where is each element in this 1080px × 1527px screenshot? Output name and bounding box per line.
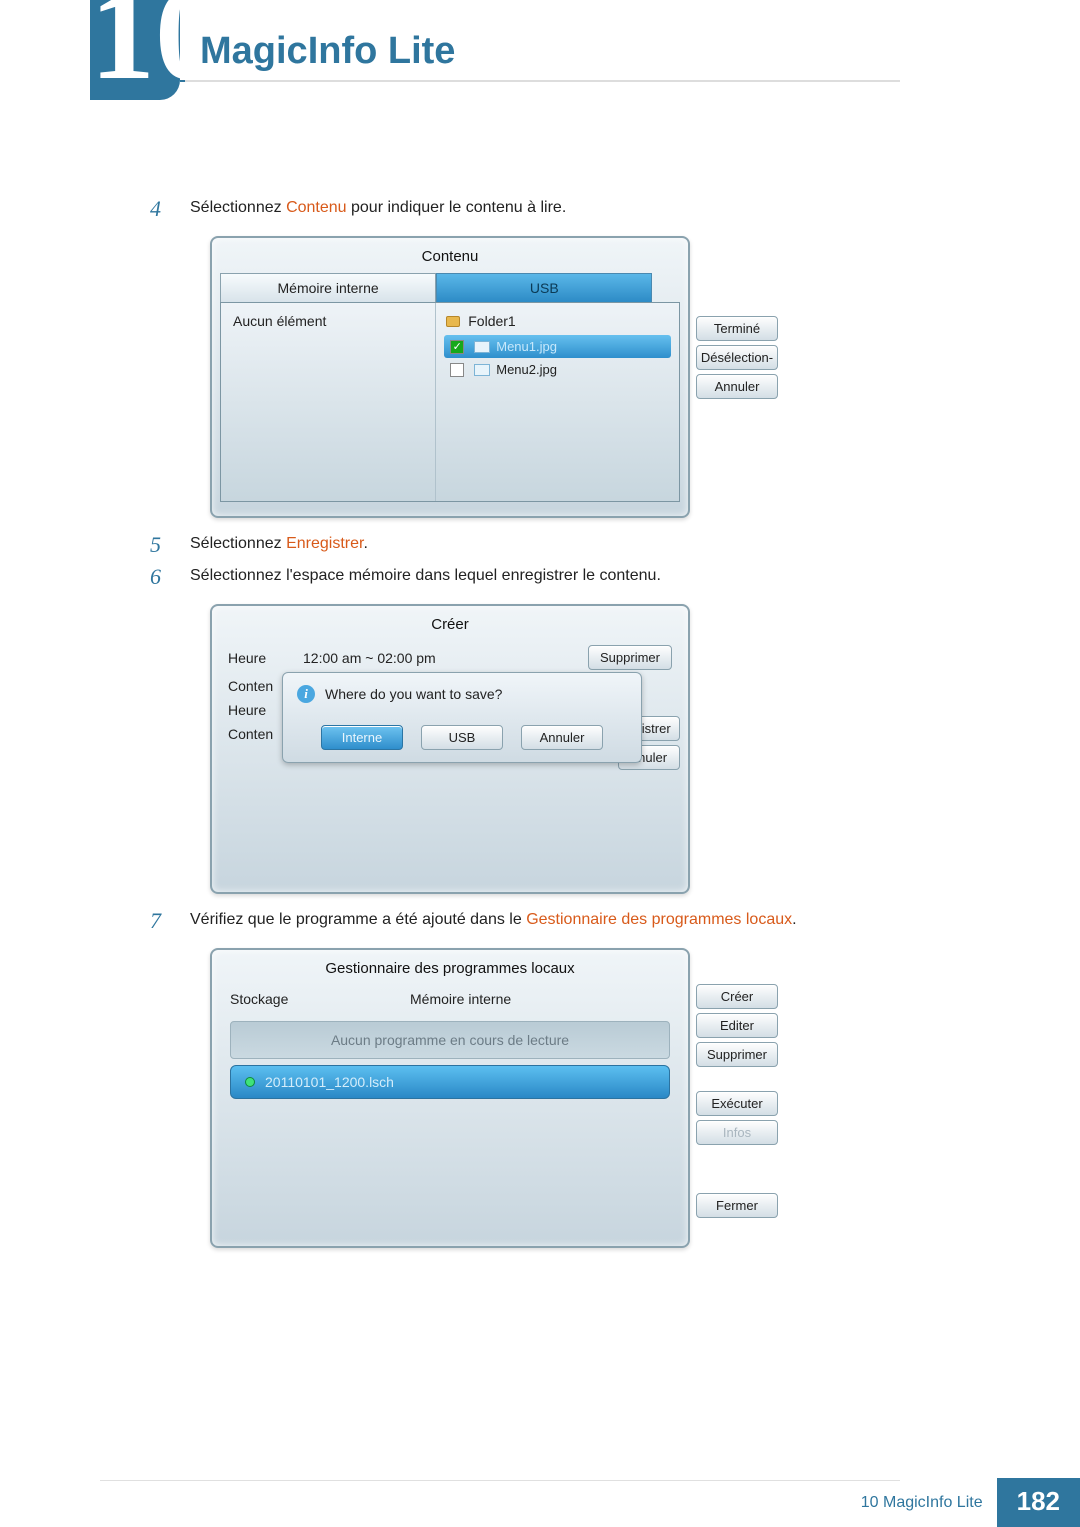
program-filename: 20110101_1200.lsch <box>265 1074 394 1090</box>
time-row: Heure 12:00 am ~ 02:00 pm Supprimer <box>220 641 680 674</box>
source-tabs: Mémoire interne USB <box>220 273 680 302</box>
create-button[interactable]: Créer <box>696 984 778 1009</box>
program-row-selected[interactable]: 20110101_1200.lsch <box>230 1065 670 1099</box>
tab-usb[interactable]: USB <box>436 273 652 302</box>
spacer <box>696 1071 778 1087</box>
no-program-banner: Aucun programme en cours de lecture <box>230 1021 670 1059</box>
thumbnail-icon <box>474 364 490 376</box>
browser-left-pane: Aucun élément <box>221 303 436 501</box>
time-label: Heure <box>228 650 293 666</box>
file-row[interactable]: Menu2.jpg <box>444 358 671 381</box>
step-text: Sélectionnez Contenu pour indiquer le co… <box>190 196 566 217</box>
edit-button[interactable]: Editer <box>696 1013 778 1038</box>
save-location-dialog: i Where do you want to save? Interne USB… <box>282 672 642 763</box>
storage-row: Stockage Mémoire interne <box>220 985 680 1013</box>
accent-word: Contenu <box>286 199 347 216</box>
folder-name: Folder1 <box>468 313 515 329</box>
file-name: Menu2.jpg <box>496 362 557 377</box>
close-button[interactable]: Fermer <box>696 1193 778 1218</box>
tab-internal-memory[interactable]: Mémoire interne <box>220 273 436 302</box>
panel-title: Créer <box>220 612 680 641</box>
page-number: 182 <box>997 1478 1080 1527</box>
cancel-button[interactable]: Annuler <box>696 374 778 399</box>
step-number: 6 <box>150 564 190 590</box>
header-rule <box>180 80 900 82</box>
dialog-message-row: i Where do you want to save? <box>297 685 627 703</box>
storage-label: Stockage <box>230 991 410 1007</box>
delete-button[interactable]: Supprimer <box>588 645 672 670</box>
step-text: Vérifiez que le programme a été ajouté d… <box>190 908 797 929</box>
chapter-number: 10 <box>90 0 180 100</box>
step-7: 7 Vérifiez que le programme a été ajouté… <box>150 908 1080 934</box>
page-footer: 10 MagicInfo Lite 182 <box>0 1478 1080 1527</box>
panel1-side-buttons: Terminé Désélection- Annuler <box>696 316 778 399</box>
browser-right-pane: Folder1 ✓ Menu1.jpg Menu2.jpg <box>436 303 679 501</box>
step-number: 5 <box>150 532 190 558</box>
accent-word: Enregistrer <box>286 535 363 552</box>
deselect-button[interactable]: Désélection- <box>696 345 778 370</box>
checkbox-checked-icon[interactable]: ✓ <box>450 340 464 354</box>
info-button[interactable]: Infos <box>696 1120 778 1145</box>
status-dot-icon <box>245 1077 255 1087</box>
usb-button[interactable]: USB <box>421 725 503 750</box>
spacer <box>696 1149 778 1189</box>
checkbox-icon[interactable] <box>450 363 464 377</box>
step-4: 4 Sélectionnez Contenu pour indiquer le … <box>150 196 1080 222</box>
folder-icon <box>446 316 460 327</box>
panel-title: Contenu <box>220 244 680 273</box>
info-icon: i <box>297 685 315 703</box>
create-schedule-panel: Créer Heure 12:00 am ~ 02:00 pm Supprime… <box>210 604 690 894</box>
panel-title: Gestionnaire des programmes locaux <box>220 956 680 985</box>
dialog-message: Where do you want to save? <box>325 686 502 702</box>
delete-button[interactable]: Supprimer <box>696 1042 778 1067</box>
accent-word: Gestionnaire des programmes locaux <box>526 911 792 928</box>
local-program-manager-panel: Gestionnaire des programmes locaux Stock… <box>210 948 690 1248</box>
time-value: 12:00 am ~ 02:00 pm <box>303 650 578 666</box>
internal-button[interactable]: Interne <box>321 725 403 750</box>
step-number: 7 <box>150 908 190 934</box>
step-number: 4 <box>150 196 190 222</box>
cancel-button[interactable]: Annuler <box>521 725 603 750</box>
thumbnail-icon <box>474 341 490 353</box>
file-row-selected[interactable]: ✓ Menu1.jpg <box>444 335 671 358</box>
footer-label: 10 MagicInfo Lite <box>861 1494 983 1512</box>
dialog-buttons: Interne USB Annuler <box>297 725 627 750</box>
content-selection-panel: Contenu Mémoire interne USB Aucun élémen… <box>210 236 690 518</box>
done-button[interactable]: Terminé <box>696 316 778 341</box>
step-text: Sélectionnez l'espace mémoire dans leque… <box>190 564 661 585</box>
chapter-badge: 10 <box>90 0 180 100</box>
chapter-title: MagicInfo Lite <box>200 30 455 73</box>
file-name: Menu1.jpg <box>496 339 557 354</box>
step-6: 6 Sélectionnez l'espace mémoire dans leq… <box>150 564 1080 590</box>
step-text: Sélectionnez Enregistrer. <box>190 532 368 553</box>
panel3-side-buttons: Créer Editer Supprimer Exécuter Infos Fe… <box>696 984 778 1218</box>
folder-row[interactable]: Folder1 <box>444 311 671 335</box>
no-item-label: Aucun élément <box>233 313 326 329</box>
storage-value: Mémoire interne <box>410 991 511 1007</box>
run-button[interactable]: Exécuter <box>696 1091 778 1116</box>
file-browser: Aucun élément Folder1 ✓ Menu1.jpg Menu2.… <box>220 302 680 502</box>
page-header: 10 MagicInfo Lite <box>0 0 1080 140</box>
step-5: 5 Sélectionnez Enregistrer. <box>150 532 1080 558</box>
